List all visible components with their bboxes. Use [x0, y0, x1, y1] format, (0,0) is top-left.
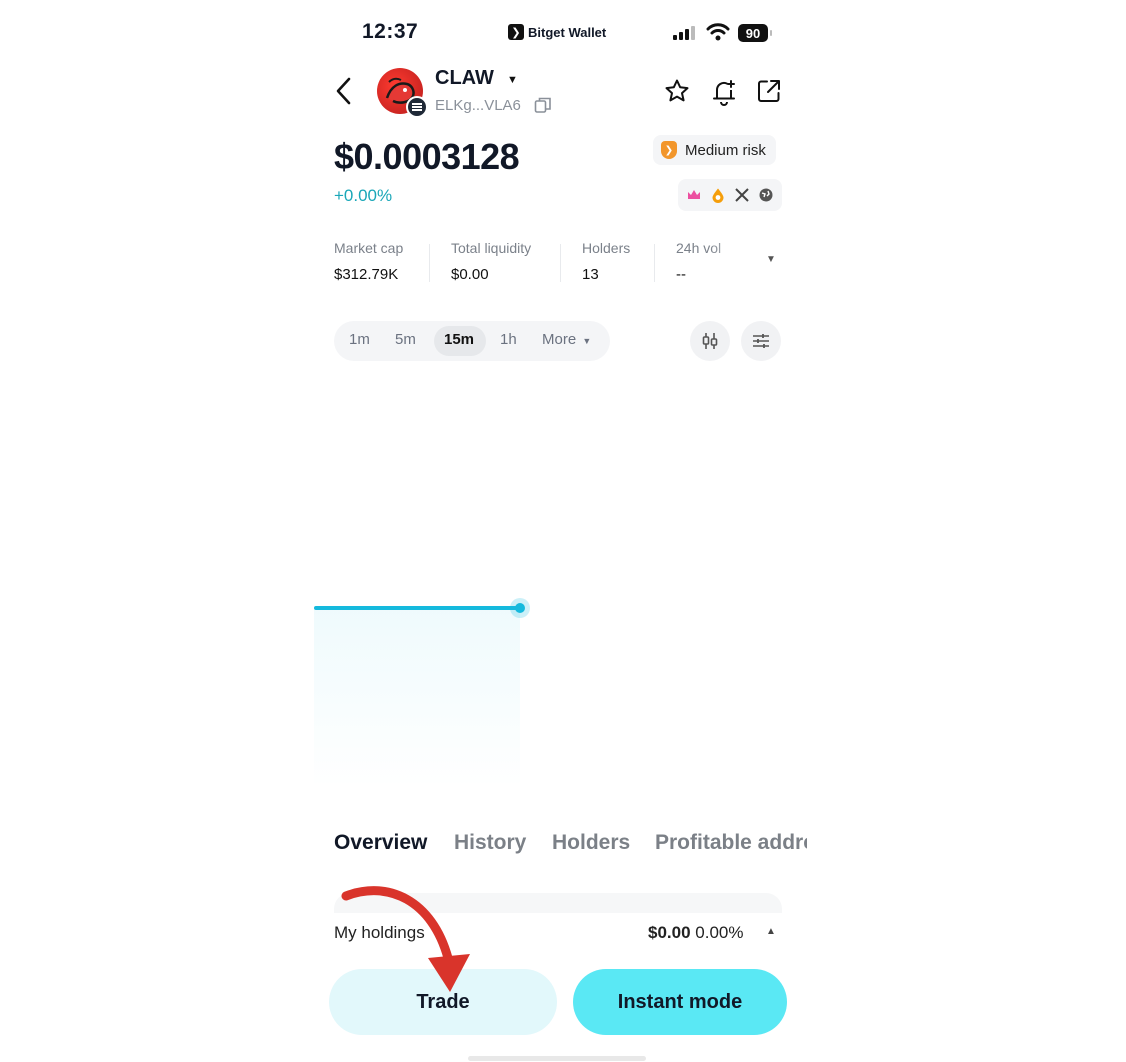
interval-1h[interactable]: 1h — [500, 331, 517, 348]
signal-icon — [673, 26, 695, 40]
bell-plus-icon[interactable] — [711, 78, 737, 106]
price-chart-area — [314, 608, 520, 788]
holdings-percent: 0.00% — [695, 923, 744, 942]
interval-15m[interactable]: 15m — [444, 331, 474, 348]
battery-indicator: 90 — [738, 24, 772, 42]
stat-value-holders: 13 — [582, 266, 599, 283]
stat-value-liquidity: $0.00 — [451, 266, 489, 283]
drop-icon[interactable] — [710, 187, 726, 203]
token-price: $0.0003128 — [334, 136, 520, 177]
chevron-down-icon: ▼ — [582, 336, 592, 346]
tab-holders[interactable]: Holders — [552, 831, 630, 855]
x-twitter-icon[interactable] — [734, 187, 750, 203]
interval-1m[interactable]: 1m — [349, 331, 370, 348]
crown-icon[interactable] — [686, 187, 702, 203]
shield-risk-icon: ❯ — [661, 141, 677, 159]
tab-profitable-addresses[interactable]: Profitable addre — [655, 831, 807, 855]
stat-divider — [654, 244, 655, 282]
expand-stats-icon[interactable]: ▼ — [766, 254, 776, 265]
instant-mode-button[interactable]: Instant mode — [573, 969, 787, 1035]
tab-bar: Overview History Holders Profitable addr… — [334, 826, 807, 866]
stat-label-liquidity: Total liquidity — [451, 240, 532, 256]
annotation-arrow-icon — [341, 886, 470, 992]
chart-settings-button[interactable] — [741, 321, 781, 361]
stat-value-24h-vol: -- — [676, 266, 686, 283]
tab-history[interactable]: History — [454, 831, 526, 855]
bitget-logo-icon: ❯ — [508, 24, 524, 40]
back-arrow-icon[interactable] — [333, 76, 355, 106]
app-brand: ❯ Bitget Wallet — [508, 24, 606, 40]
stat-label-market-cap: Market cap — [334, 240, 404, 256]
interval-more[interactable]: More ▼ — [542, 331, 591, 348]
stat-divider — [429, 244, 430, 282]
candlestick-toggle-button[interactable] — [690, 321, 730, 361]
tab-overview[interactable]: Overview — [334, 831, 427, 855]
price-chart-dot[interactable] — [515, 603, 525, 613]
home-indicator — [468, 1056, 646, 1061]
holdings-amount: $0.00 — [648, 923, 691, 942]
solana-chain-icon — [406, 96, 428, 118]
token-address: ELKg...VLA6 — [435, 97, 521, 114]
globe-icon[interactable] — [758, 187, 774, 203]
share-icon[interactable] — [756, 78, 782, 104]
price-change: +0.00% — [334, 186, 393, 205]
candlestick-icon — [702, 333, 718, 349]
price-chart-line — [314, 606, 520, 610]
holdings-value: $0.00 0.00% — [648, 923, 743, 943]
social-links — [678, 179, 782, 211]
sliders-icon — [753, 334, 769, 348]
stat-label-holders: Holders — [582, 240, 631, 256]
interval-5m[interactable]: 5m — [395, 331, 416, 348]
copy-icon[interactable] — [534, 96, 552, 114]
star-icon[interactable] — [664, 78, 690, 104]
risk-badge[interactable]: ❯ Medium risk — [653, 135, 776, 165]
wifi-icon — [706, 23, 730, 41]
token-dropdown-icon[interactable]: ▼ — [507, 74, 518, 86]
stats-fade — [708, 238, 760, 288]
holdings-expand-icon[interactable]: ▲ — [766, 926, 776, 937]
interval-more-label: More — [542, 331, 577, 348]
status-time: 12:37 — [362, 20, 419, 43]
token-symbol[interactable]: CLAW — [435, 67, 494, 90]
app-name: Bitget Wallet — [528, 24, 607, 40]
risk-label: Medium risk — [685, 141, 766, 159]
stat-divider — [560, 244, 561, 282]
stat-value-market-cap: $312.79K — [334, 266, 399, 283]
